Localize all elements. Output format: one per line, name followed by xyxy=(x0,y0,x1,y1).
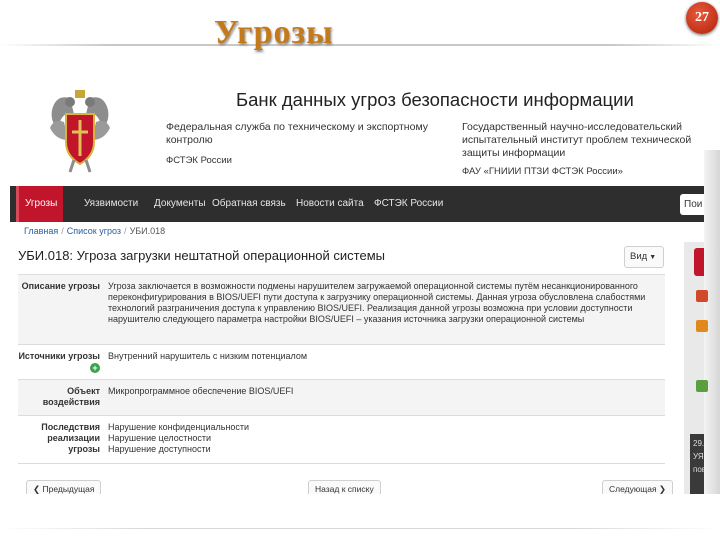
consequence-item: Нарушение доступности xyxy=(108,444,211,454)
side-news-panel: 29. УЯЗ пов xyxy=(690,434,704,494)
org-fstec-abbr: ФСТЭК России xyxy=(166,155,232,166)
main-navbar: Угрозы Уязвимости Документы Обратная свя… xyxy=(10,186,704,222)
mail-icon[interactable] xyxy=(696,290,708,302)
detail-row-description: Описание угрозы Угроза заключается в воз… xyxy=(18,275,665,345)
threat-details-table: Описание угрозы Угроза заключается в воз… xyxy=(18,274,665,464)
detail-label: Описание угрозы xyxy=(21,281,100,291)
website-screenshot: Банк данных угроз безопасности информаци… xyxy=(10,84,704,494)
detail-value: Микропрограммное обеспечение BIOS/UEFI xyxy=(108,386,294,396)
page-number-badge: 27 xyxy=(686,2,718,34)
slide-right-shadow xyxy=(704,150,720,540)
detail-label: Источники угрозы + xyxy=(18,351,100,373)
search-input[interactable]: Пои xyxy=(680,194,704,215)
nav-item-news[interactable]: Новости сайта xyxy=(290,186,370,222)
breadcrumb-list-link[interactable]: Список угроз xyxy=(67,226,121,236)
nav-item-feedback[interactable]: Обратная связь xyxy=(206,186,292,222)
slide-top-rule xyxy=(0,44,720,46)
chevron-right-icon: ❯ xyxy=(656,484,667,494)
slide-bottom-rule xyxy=(0,528,720,529)
org-gniii-name: Государственный научно-исследовательский… xyxy=(462,121,692,159)
nav-item-vulnerabilities[interactable]: Уязвимости xyxy=(78,186,144,222)
detail-value: Угроза заключается в возможности подмены… xyxy=(108,281,646,324)
fstec-emblem-icon xyxy=(50,90,110,173)
detail-value: Нарушение конфиденциальности Нарушение ц… xyxy=(108,416,665,461)
org-gniii: Государственный научно-исследовательский… xyxy=(462,121,704,178)
detail-value: Внутренний нарушитель с низким потенциал… xyxy=(108,351,308,361)
excel-icon[interactable] xyxy=(696,380,708,392)
org-fstec: Федеральная служба по техническому и экс… xyxy=(166,121,456,167)
site-title: Банк данных угроз безопасности информаци… xyxy=(236,89,634,110)
site-header: Банк данных угроз безопасности информаци… xyxy=(10,84,704,186)
consequence-item: Нарушение конфиденциальности xyxy=(108,422,250,432)
detail-label: Объект воздействия xyxy=(42,386,100,407)
breadcrumb-home-link[interactable]: Главная xyxy=(24,226,58,236)
detail-label: Последствия реализации угрозы xyxy=(41,422,100,454)
side-red-button[interactable] xyxy=(694,248,704,276)
view-button-label: Вид xyxy=(630,251,648,262)
detail-row-object: Объект воздействия Микропрограммное обес… xyxy=(18,380,665,416)
detail-row-sources: Источники угрозы + Внутренний нарушитель… xyxy=(18,345,665,380)
slide-title: Угрозы xyxy=(214,14,334,51)
nav-item-documents[interactable]: Документы xyxy=(148,186,212,222)
chevron-down-icon: ▼ xyxy=(649,254,657,261)
breadcrumb-current: УБИ.018 xyxy=(129,226,166,236)
consequence-item: Нарушение целостности xyxy=(108,433,212,443)
next-button[interactable]: Следующая ❯ xyxy=(602,480,674,494)
breadcrumb: Главная / Список угроз / УБИ.018 xyxy=(24,226,166,236)
detail-row-consequences: Последствия реализации угрозы Нарушение … xyxy=(18,416,665,464)
nav-item-fstec[interactable]: ФСТЭК России xyxy=(368,186,449,222)
threat-title: УБИ.018: Угроза загрузки нештатной опера… xyxy=(18,248,385,263)
org-fstec-name: Федеральная служба по техническому и экс… xyxy=(166,121,429,146)
back-to-list-button[interactable]: Назад к списку xyxy=(308,480,381,494)
org-gniii-abbr: ФАУ «ГНИИИ ПТЗИ ФСТЭК России» xyxy=(462,166,623,177)
previous-button[interactable]: ❮ Предыдущая xyxy=(26,480,102,494)
add-plus-icon[interactable]: + xyxy=(90,363,100,373)
slide-bottom-area xyxy=(0,494,720,540)
view-dropdown-button[interactable]: Вид ▼ xyxy=(624,246,664,268)
rss-icon[interactable] xyxy=(696,320,708,332)
nav-item-threats[interactable]: Угрозы xyxy=(16,186,64,222)
